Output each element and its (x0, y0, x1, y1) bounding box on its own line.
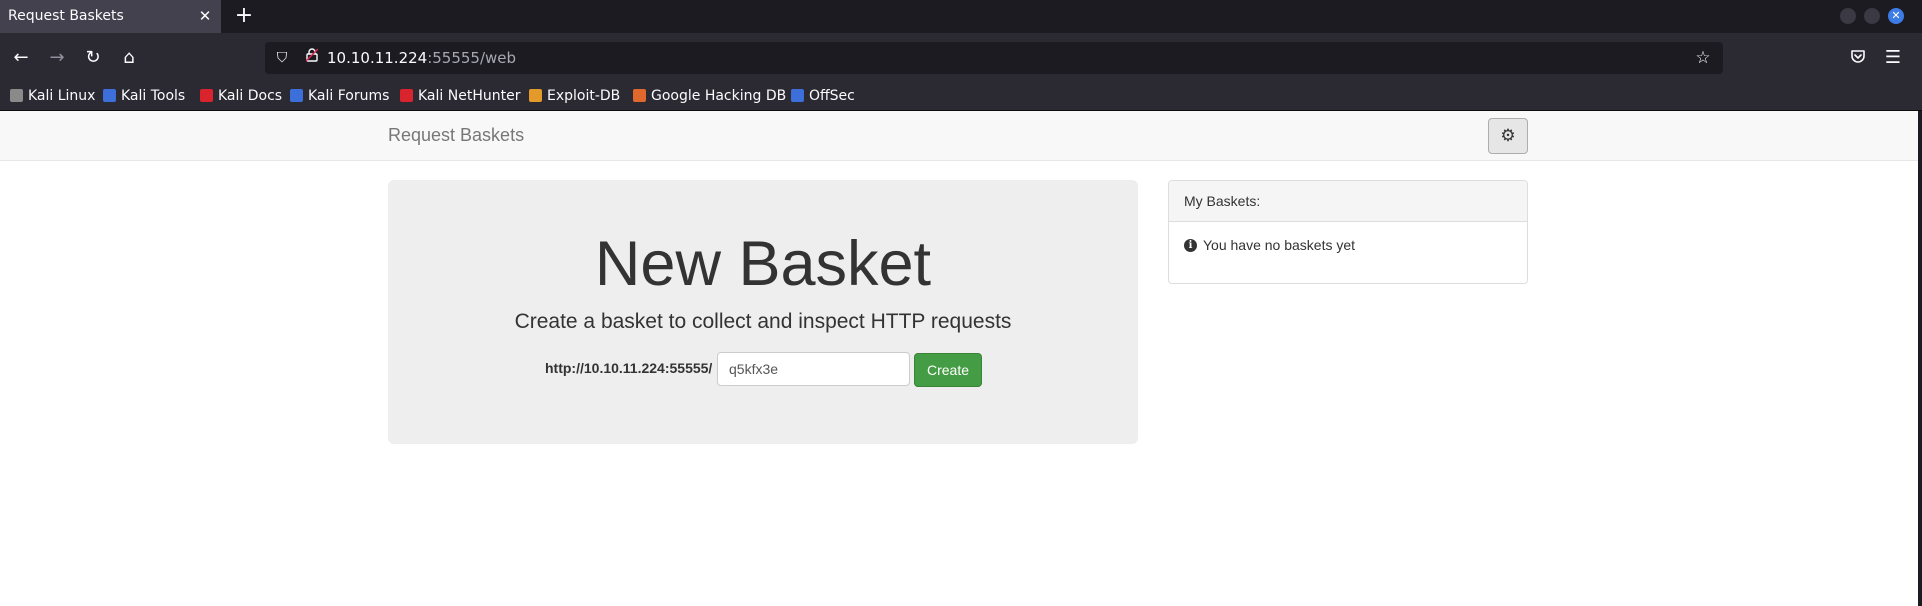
offsec-icon (791, 89, 804, 102)
close-window-button[interactable]: ✕ (1888, 8, 1904, 24)
kali-tools-icon (103, 89, 116, 102)
exploit-db-icon (529, 89, 542, 102)
bookmark-exploit-db[interactable]: Exploit-DB (529, 86, 620, 106)
kali-dragon-icon (10, 89, 23, 102)
bookmark-label: Kali Forums (308, 88, 390, 104)
url-path: :55555/web (427, 49, 517, 67)
panel-title: My Baskets: (1184, 193, 1261, 209)
forward-arrow-icon[interactable]: → (44, 45, 70, 71)
reload-icon[interactable]: ↻ (80, 45, 106, 71)
lock-icon (305, 48, 319, 62)
page-subtitle: Create a basket to collect and inspect H… (514, 310, 1012, 333)
url-text: 10.10.11.224:55555/web (327, 49, 516, 67)
address-bar[interactable]: ⛉ 10.10.11.224:55555/web ☆ (265, 42, 1723, 74)
bookmark-kali-nethunter[interactable]: Kali NetHunter (400, 86, 520, 106)
pocket-glyph-icon (1851, 50, 1865, 63)
bookmark-kali-tools[interactable]: Kali Tools (103, 86, 185, 106)
site-navbar: Request Baskets ⚙ (0, 111, 1918, 161)
bookmark-offsec[interactable]: OffSec (791, 86, 855, 106)
url-host: 10.10.11.224 (327, 49, 428, 67)
home-icon[interactable]: ⌂ (116, 45, 142, 71)
web-page: Request Baskets ⚙ New Basket Create a ba… (0, 111, 1922, 606)
minimize-window-button[interactable] (1840, 8, 1856, 24)
gear-icon: ⚙ (1500, 126, 1516, 146)
bookmark-label: Google Hacking DB (651, 88, 787, 104)
my-baskets-panel: My Baskets: i You have no baskets yet (1168, 180, 1528, 284)
create-basket-form: http://10.10.11.224:55555/ Create (388, 351, 1138, 387)
tracking-shield-icon[interactable]: ⛉ (273, 48, 291, 68)
bookmark-label: Kali Tools (121, 88, 186, 104)
bookmark-label: OffSec (809, 88, 855, 104)
info-circle-icon: i (1184, 239, 1197, 252)
insecure-lock-icon[interactable] (303, 48, 321, 68)
bookmark-kali-forums[interactable]: Kali Forums (290, 86, 389, 106)
bookmark-label: Kali Docs (218, 88, 283, 104)
maximize-window-button[interactable] (1864, 8, 1880, 24)
pocket-icon[interactable] (1845, 45, 1871, 71)
basket-name-input[interactable] (717, 352, 910, 386)
empty-baskets-message: You have no baskets yet (1203, 237, 1356, 253)
tab-request-baskets[interactable]: Request Baskets ✕ (0, 0, 221, 33)
bookmark-label: Kali Linux (28, 88, 96, 104)
bookmark-kali-docs[interactable]: Kali Docs (200, 86, 282, 106)
site-brand-link[interactable]: Request Baskets (388, 125, 524, 146)
bookmark-star-icon[interactable]: ☆ (1692, 47, 1714, 69)
panel-body: i You have no baskets yet (1169, 222, 1527, 283)
panel-heading: My Baskets: (1169, 181, 1527, 222)
tab-title: Request Baskets (8, 8, 124, 24)
back-arrow-icon[interactable]: ← (8, 45, 34, 71)
google-hacking-db-icon (633, 89, 646, 102)
new-tab-icon[interactable]: + (232, 4, 256, 28)
kali-nethunter-icon (400, 89, 413, 102)
kali-docs-icon (200, 89, 213, 102)
tab-bar: Request Baskets ✕ + ✕ (0, 0, 1922, 33)
close-tab-icon[interactable]: ✕ (196, 6, 214, 26)
bookmark-label: Kali NetHunter (418, 88, 521, 104)
settings-button[interactable]: ⚙ (1488, 118, 1528, 154)
navigation-toolbar: ← → ↻ ⌂ ⛉ 10.10.11.224:55555/web ☆ ☰ (0, 33, 1922, 83)
hamburger-menu-icon[interactable]: ☰ (1880, 45, 1906, 71)
bookmark-label: Exploit-DB (547, 88, 621, 104)
window-edge (1918, 111, 1922, 606)
bookmarks-toolbar: Kali Linux Kali Tools Kali Docs Kali For… (0, 83, 1922, 110)
bookmark-kali-linux[interactable]: Kali Linux (10, 86, 95, 106)
page-title: New Basket (594, 229, 932, 299)
bookmark-google-hacking-db[interactable]: Google Hacking DB (633, 86, 786, 106)
kali-forums-icon (290, 89, 303, 102)
create-button[interactable]: Create (914, 353, 982, 387)
base-url-label: http://10.10.11.224:55555/ (545, 360, 713, 376)
new-basket-section: New Basket Create a basket to collect an… (388, 180, 1138, 444)
